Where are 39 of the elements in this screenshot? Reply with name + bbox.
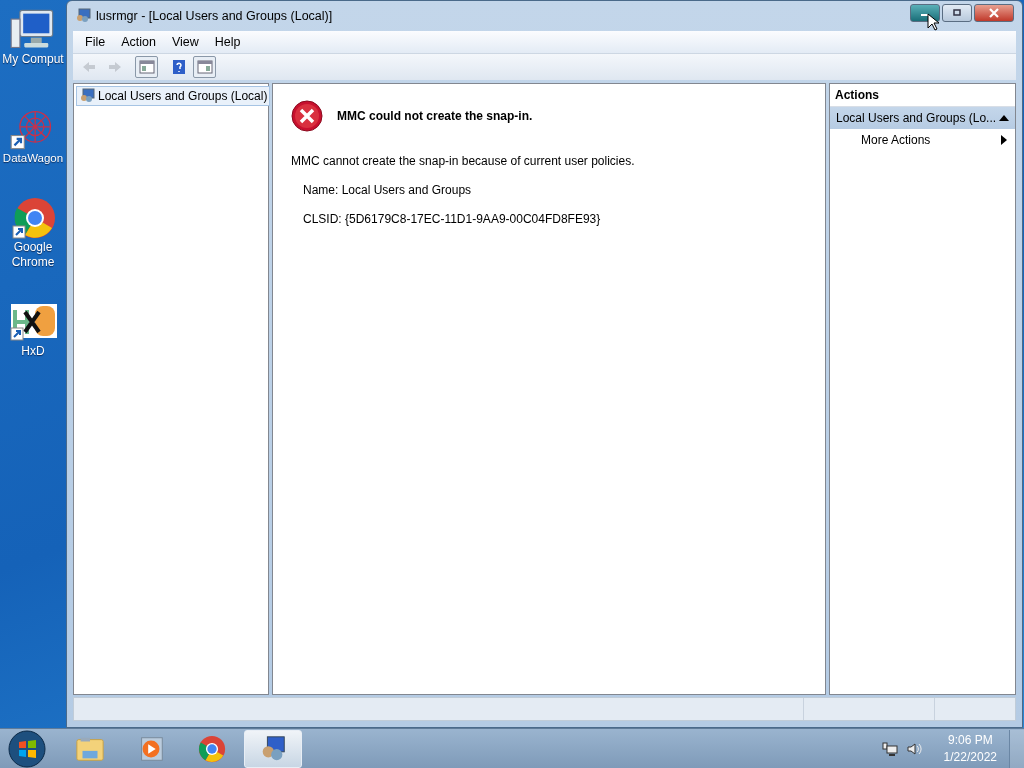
tree-item[interactable]: Local Users and Groups (Local) [76,86,271,106]
error-title: MMC could not create the snap-in. [337,109,533,123]
action-item[interactable]: More Actions [830,129,1015,151]
browser-icon [197,734,227,764]
left-pane-window-icon [138,59,155,75]
mouse-cursor-icon [927,13,939,31]
console-icon [75,8,91,24]
error-detail: Name: Local Users and Groups [303,183,473,197]
maximize-button[interactable] [942,4,972,22]
browser-shortcut-icon[interactable] [9,196,57,240]
menu-item[interactable]: File [77,35,114,49]
desktop-icon-label[interactable]: DataWagon [2,151,64,166]
error-icon [291,100,323,132]
error-detail: CLSID: {5D6179C8-17EC-11D1-9AA9-00C04FD8FE93} [303,212,602,226]
collapse-triangle-icon [999,114,1009,122]
speaker-icon[interactable] [905,741,922,757]
desktop-icon-label[interactable]: My Comput [2,52,64,67]
desktop-icon-label[interactable]: Google Chrome [7,240,59,270]
menu-item[interactable]: Help [206,35,249,49]
forward-arrow-icon [106,59,123,75]
console-tree-toggle-button[interactable] [135,56,158,78]
window-title: lusrmgr - [Local Users and Groups (Local)] [96,9,333,23]
menu-item[interactable]: View [163,35,207,49]
action-pane-toggle-button[interactable] [193,56,216,78]
console-taskbar-button[interactable] [244,730,302,768]
start-button[interactable] [7,729,47,768]
close-button[interactable] [974,4,1014,22]
network-icon[interactable] [881,741,898,757]
maximize-icon [951,8,963,18]
error-message: MMC cannot create the snap-in because of current user policies. [291,154,636,168]
minimize-button[interactable] [910,4,940,22]
menu-item[interactable]: Action [113,35,164,49]
help-icon [170,59,187,75]
action-group-header[interactable]: Local Users and Groups (Lo... [830,107,1015,129]
close-icon [988,8,1000,18]
desktop-icon-label[interactable]: HxD [7,344,59,359]
submenu-arrow-icon [1001,135,1007,145]
console-icon [79,88,95,104]
right-pane-window-icon [196,59,213,75]
